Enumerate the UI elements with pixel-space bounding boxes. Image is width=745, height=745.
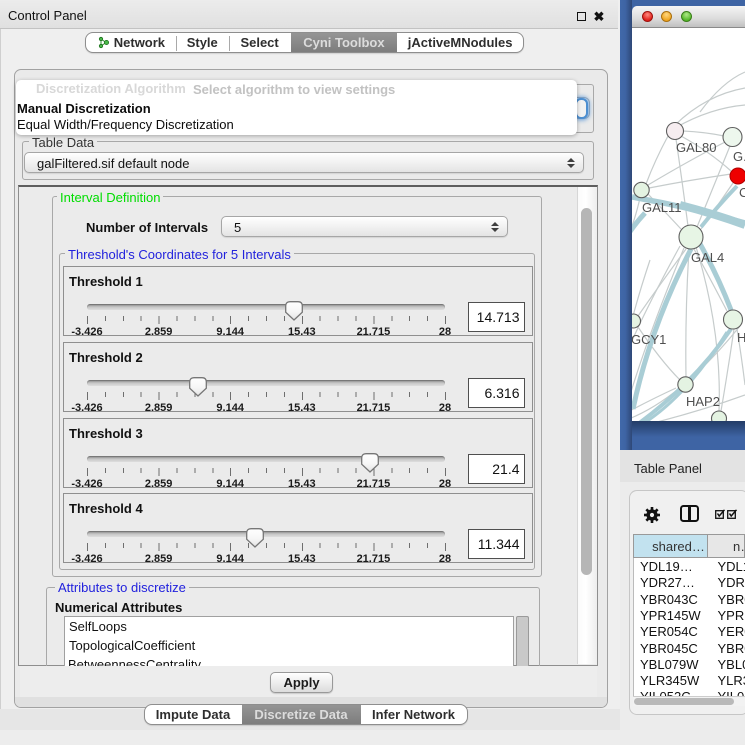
svg-text:H: H (737, 330, 745, 345)
svg-text:HAP2: HAP2 (686, 394, 720, 409)
svg-text:GCY1: GCY1 (632, 332, 666, 347)
svg-text:GAL4: GAL4 (691, 250, 724, 265)
svg-text:G.: G. (733, 149, 745, 164)
svg-text:C: C (739, 185, 745, 200)
svg-text:GAL11: GAL11 (642, 200, 682, 215)
svg-text:GAL80: GAL80 (676, 140, 716, 155)
